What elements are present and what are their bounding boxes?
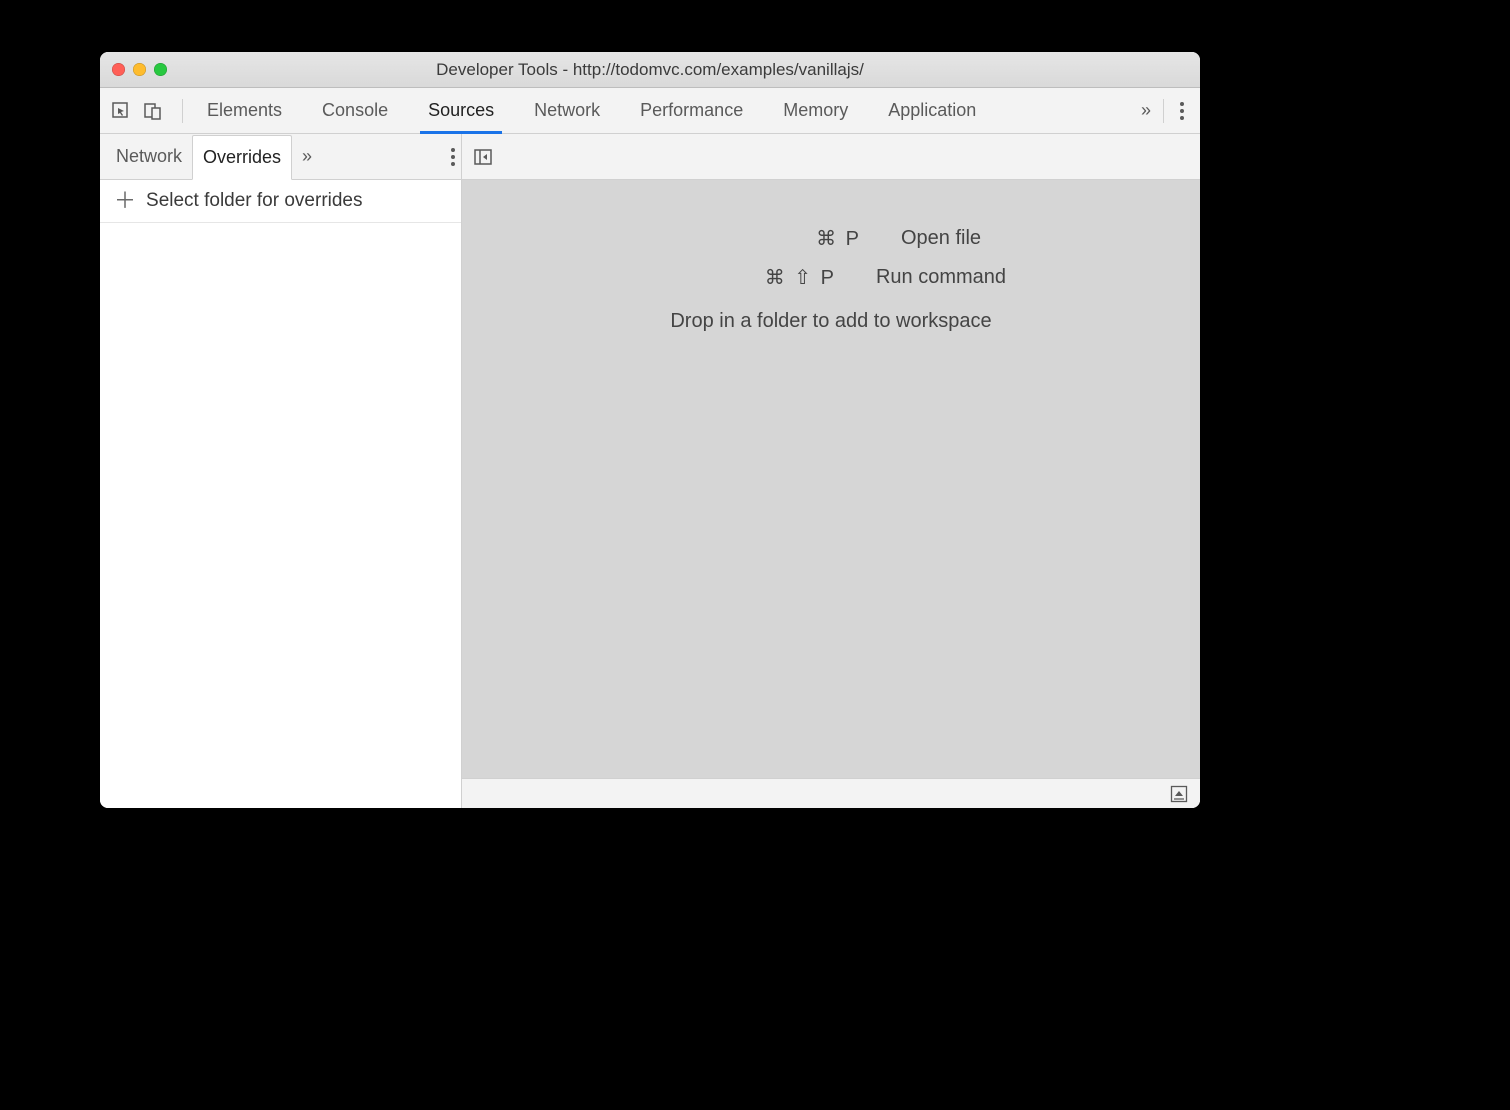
separator bbox=[1163, 99, 1164, 123]
empty-state-hints: ⌘ P Open file ⌘ ⇧ P Run command Drop in … bbox=[462, 180, 1200, 778]
toggle-device-toolbar-icon[interactable] bbox=[142, 100, 164, 122]
sidebar-tabs: Network Overrides » bbox=[100, 134, 461, 180]
tabstrip-leading-icons bbox=[110, 100, 182, 122]
tab-application[interactable]: Application bbox=[882, 88, 982, 133]
tab-performance[interactable]: Performance bbox=[634, 88, 749, 133]
main-tabstrip: Elements Console Sources Network Perform… bbox=[100, 88, 1200, 134]
settings-menu-icon[interactable] bbox=[1180, 102, 1184, 120]
tab-console[interactable]: Console bbox=[316, 88, 394, 133]
sources-content: ⌘ P Open file ⌘ ⇧ P Run command Drop in … bbox=[462, 134, 1200, 808]
sources-sidebar: Network Overrides » ＋ Select folder for … bbox=[100, 134, 462, 808]
shortcut-open-file: ⌘ P bbox=[681, 226, 861, 251]
hint-label-run-command: Run command bbox=[876, 266, 1006, 289]
traffic-lights bbox=[100, 63, 167, 76]
sidebar-tab-network[interactable]: Network bbox=[106, 134, 192, 179]
select-folder-for-overrides[interactable]: ＋ Select folder for overrides bbox=[100, 180, 461, 223]
hint-run-command: ⌘ ⇧ P Run command bbox=[656, 265, 1006, 290]
tab-memory[interactable]: Memory bbox=[777, 88, 854, 133]
shortcut-run-command: ⌘ ⇧ P bbox=[656, 265, 836, 290]
window-close-button[interactable] bbox=[112, 63, 125, 76]
tabs-overflow-icon[interactable]: » bbox=[1141, 100, 1147, 121]
sidebar-tab-overrides[interactable]: Overrides bbox=[192, 135, 292, 180]
tab-network[interactable]: Network bbox=[528, 88, 606, 133]
hint-open-file: ⌘ P Open file bbox=[681, 226, 981, 251]
toggle-navigator-icon[interactable] bbox=[472, 146, 494, 168]
content-footer bbox=[462, 778, 1200, 808]
content-toolbar bbox=[462, 134, 1200, 180]
main-tabs: Elements Console Sources Network Perform… bbox=[201, 88, 982, 133]
titlebar: Developer Tools - http://todomvc.com/exa… bbox=[100, 52, 1200, 88]
sidebar-tabs-overflow-icon[interactable]: » bbox=[292, 146, 318, 167]
select-folder-label: Select folder for overrides bbox=[146, 190, 363, 212]
sidebar-menu-icon[interactable] bbox=[451, 148, 455, 166]
separator bbox=[182, 99, 183, 123]
tab-elements[interactable]: Elements bbox=[201, 88, 288, 133]
tab-sources[interactable]: Sources bbox=[422, 88, 500, 133]
show-console-drawer-icon[interactable] bbox=[1168, 783, 1190, 805]
window-minimize-button[interactable] bbox=[133, 63, 146, 76]
body: Network Overrides » ＋ Select folder for … bbox=[100, 134, 1200, 808]
inspect-element-icon[interactable] bbox=[110, 100, 132, 122]
hint-label-open-file: Open file bbox=[901, 227, 981, 250]
tabstrip-trailing: » bbox=[1141, 99, 1200, 123]
window-zoom-button[interactable] bbox=[154, 63, 167, 76]
devtools-window: Developer Tools - http://todomvc.com/exa… bbox=[100, 52, 1200, 808]
window-title: Developer Tools - http://todomvc.com/exa… bbox=[100, 60, 1200, 80]
hint-drop-folder: Drop in a folder to add to workspace bbox=[670, 310, 991, 333]
